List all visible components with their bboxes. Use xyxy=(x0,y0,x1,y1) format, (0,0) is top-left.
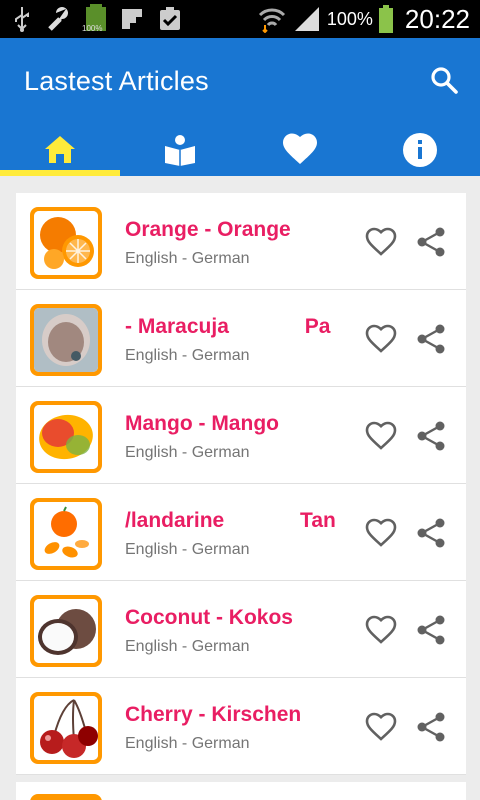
article-title: Coconut - Kokos xyxy=(125,606,293,629)
clock: 20:22 xyxy=(404,3,470,34)
list-item-partial[interactable] xyxy=(16,782,466,800)
clipboard-check-icon xyxy=(160,7,180,30)
flipboard-icon xyxy=(122,9,142,29)
battery-icon xyxy=(378,5,393,33)
status-bar: 100% 100% 20:22 xyxy=(0,0,480,38)
share-button[interactable] xyxy=(414,516,448,550)
share-button[interactable] xyxy=(414,419,448,453)
orange-image xyxy=(34,211,98,275)
article-title: Cherry - Kirschen xyxy=(125,703,302,726)
search-icon[interactable] xyxy=(428,64,460,96)
favorite-button[interactable] xyxy=(364,710,398,744)
favorite-button[interactable] xyxy=(364,516,398,550)
article-thumbnail xyxy=(30,794,102,800)
battery-small-icon: 100% xyxy=(82,4,108,34)
list-item[interactable]: Mango - Mango English - German xyxy=(16,387,466,484)
article-thumbnail xyxy=(30,498,102,570)
signal-icon xyxy=(294,7,319,31)
battery-percent: 100% xyxy=(326,8,373,29)
heart-icon xyxy=(283,133,317,164)
share-icon xyxy=(417,421,445,451)
list-item[interactable]: - Maracuja Pa English - German xyxy=(16,290,466,387)
battery-small-label: 100% xyxy=(82,24,103,33)
list-item[interactable]: /landarine Tan English - German xyxy=(16,484,466,581)
usb-icon xyxy=(15,7,29,32)
coconut-image xyxy=(34,599,98,663)
list-item[interactable]: Cherry - Kirschen English - German xyxy=(16,678,466,775)
heart-outline-icon xyxy=(365,615,397,644)
home-icon xyxy=(45,136,75,163)
share-button[interactable] xyxy=(414,322,448,356)
tab-info[interactable] xyxy=(360,124,480,176)
share-icon xyxy=(417,615,445,645)
article-thumbnail xyxy=(30,692,102,764)
info-icon xyxy=(403,133,437,167)
article-thumbnail xyxy=(30,304,102,376)
mandarin-image xyxy=(34,502,98,566)
tab-home[interactable] xyxy=(0,124,120,176)
favorite-button[interactable] xyxy=(364,613,398,647)
tab-indicator xyxy=(0,170,120,176)
heart-outline-icon xyxy=(365,227,397,256)
article-title: Mango - Mango xyxy=(125,412,279,435)
article-subtitle: English - German xyxy=(125,250,250,267)
favorite-button[interactable] xyxy=(364,419,398,453)
heart-outline-icon xyxy=(365,421,397,450)
list-item[interactable]: Coconut - Kokos English - German xyxy=(16,581,466,678)
reader-icon xyxy=(165,135,195,166)
article-subtitle: English - German xyxy=(125,444,250,461)
article-title: - Maracuja Pa xyxy=(125,315,331,338)
page-title: Lastest Articles xyxy=(24,66,209,96)
mango-image xyxy=(34,405,98,469)
heart-outline-icon xyxy=(365,324,397,353)
heart-outline-icon xyxy=(365,712,397,741)
article-list: Orange - Orange English - German - Marac… xyxy=(16,193,466,775)
article-thumbnail xyxy=(30,595,102,667)
share-button[interactable] xyxy=(414,225,448,259)
cherry-image xyxy=(34,696,98,760)
share-icon xyxy=(417,324,445,354)
tab-bar xyxy=(0,124,480,176)
list-item[interactable]: Orange - Orange English - German xyxy=(16,193,466,290)
favorite-button[interactable] xyxy=(364,322,398,356)
article-title: /landarine Tan xyxy=(125,509,335,532)
share-icon xyxy=(417,518,445,548)
tab-reader[interactable] xyxy=(120,124,240,176)
share-button[interactable] xyxy=(414,613,448,647)
wifi-icon xyxy=(258,8,285,33)
article-thumbnail xyxy=(30,207,102,279)
favorite-button[interactable] xyxy=(364,225,398,259)
article-subtitle: English - German xyxy=(125,735,250,752)
article-subtitle: English - German xyxy=(125,347,250,364)
article-subtitle: English - German xyxy=(125,638,250,655)
passionfruit-image xyxy=(34,308,98,372)
share-button[interactable] xyxy=(414,710,448,744)
article-subtitle: English - German xyxy=(125,541,250,558)
article-thumbnail xyxy=(30,401,102,473)
share-icon xyxy=(417,712,445,742)
article-title: Orange - Orange xyxy=(125,218,291,241)
share-icon xyxy=(417,227,445,257)
tab-favorites[interactable] xyxy=(240,124,360,176)
heart-outline-icon xyxy=(365,518,397,547)
app-bar: Lastest Articles xyxy=(0,38,480,176)
wrench-icon xyxy=(48,7,68,31)
